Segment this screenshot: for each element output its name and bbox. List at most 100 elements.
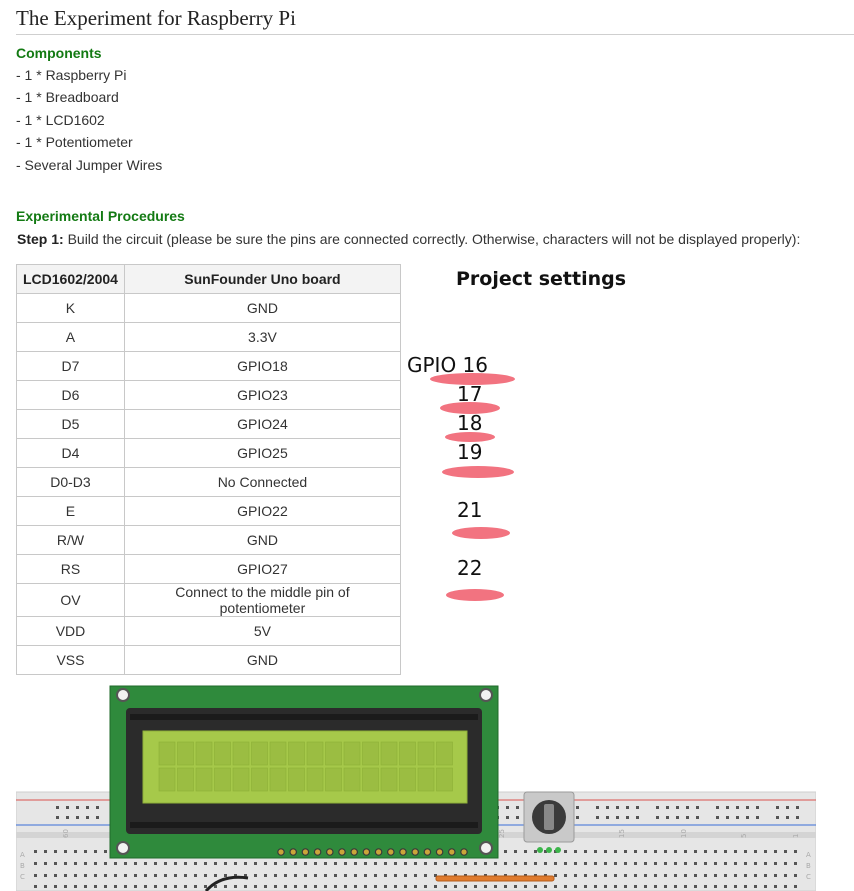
breadboard-hole xyxy=(464,862,467,865)
board-pin-cell: GND xyxy=(123,645,401,675)
lcd-character-cell xyxy=(177,741,194,766)
table-row: D6 GPIO23 xyxy=(16,380,401,410)
breadboard-hole xyxy=(374,874,377,877)
breadboard-hole xyxy=(86,816,89,819)
lcd-character-cell xyxy=(436,767,453,792)
table-row: D7 GPIO18 xyxy=(16,351,401,381)
breadboard-hole xyxy=(504,850,507,853)
breadboard-hole xyxy=(404,862,407,865)
breadboard-hole xyxy=(86,806,89,809)
lcd-pin-cell: D6 xyxy=(16,380,125,410)
breadboard-hole xyxy=(274,885,277,888)
breadboard-hole xyxy=(374,885,377,888)
breadboard-hole xyxy=(656,806,659,809)
lcd-character-cell xyxy=(269,767,287,792)
lcd1602-module xyxy=(109,685,499,859)
lcd-character-cell xyxy=(158,741,176,766)
breadboard-letter: B xyxy=(806,862,811,870)
breadboard-hole xyxy=(424,885,427,888)
lcd-header-pin xyxy=(301,848,310,856)
breadboard-hole xyxy=(364,874,367,877)
breadboard-hole xyxy=(764,850,767,853)
breadboard-hole xyxy=(506,806,509,809)
breadboard-hole xyxy=(576,806,579,809)
breadboard-hole xyxy=(394,885,397,888)
lcd-character-cell xyxy=(325,741,342,766)
breadboard-hole xyxy=(404,874,407,877)
breadboard-hole xyxy=(54,862,57,865)
column-header: LCD1602/2004 xyxy=(16,264,125,294)
lcd-character-cell xyxy=(343,741,361,766)
breadboard-letter: B xyxy=(20,862,25,870)
lcd-header-pin xyxy=(423,848,432,856)
breadboard-hole xyxy=(664,885,667,888)
breadboard-hole xyxy=(314,862,317,865)
breadboard-hole xyxy=(134,874,137,877)
breadboard-hole xyxy=(654,850,657,853)
breadboard-hole xyxy=(714,850,717,853)
breadboard-hole xyxy=(254,874,257,877)
breadboard-hole xyxy=(796,806,799,809)
breadboard-hole xyxy=(756,806,759,809)
breadboard-hole xyxy=(554,862,557,865)
breadboard-hole xyxy=(754,850,757,853)
list-item: - 1 * Breadboard xyxy=(16,89,119,106)
breadboard-hole xyxy=(684,885,687,888)
breadboard-hole xyxy=(204,885,207,888)
breadboard-hole xyxy=(544,862,547,865)
lcd-pin-cell: RS xyxy=(16,554,125,584)
breadboard-hole xyxy=(304,874,307,877)
annotation-note: 22 xyxy=(457,556,483,580)
breadboard-hole xyxy=(394,874,397,877)
breadboard-hole xyxy=(434,885,437,888)
breadboard-hole xyxy=(614,862,617,865)
breadboard-hole xyxy=(184,885,187,888)
breadboard-hole xyxy=(714,862,717,865)
breadboard-hole xyxy=(534,885,537,888)
breadboard-hole xyxy=(634,874,637,877)
lcd-character-cell xyxy=(399,741,416,766)
breadboard-hole xyxy=(614,874,617,877)
breadboard-hole xyxy=(34,874,37,877)
breadboard-hole xyxy=(384,874,387,877)
breadboard-hole xyxy=(506,816,509,819)
breadboard-hole xyxy=(254,862,257,865)
breadboard-hole xyxy=(314,874,317,877)
breadboard-hole xyxy=(334,874,337,877)
breadboard-hole xyxy=(304,862,307,865)
breadboard-hole xyxy=(784,862,787,865)
breadboard-hole xyxy=(794,885,797,888)
project-settings-title: Project settings xyxy=(456,268,627,290)
breadboard-hole xyxy=(76,806,79,809)
breadboard-hole xyxy=(474,862,477,865)
breadboard-hole xyxy=(174,874,177,877)
breadboard-hole xyxy=(504,862,507,865)
breadboard-hole xyxy=(414,874,417,877)
lcd-character-cell xyxy=(417,741,435,766)
breadboard-hole xyxy=(554,874,557,877)
breadboard-hole xyxy=(574,862,577,865)
breadboard-hole xyxy=(514,885,517,888)
breadboard-hole xyxy=(734,862,737,865)
lcd-character-cell xyxy=(362,741,379,766)
lcd-header-pin xyxy=(435,848,444,856)
breadboard-hole xyxy=(274,862,277,865)
board-pin-cell: GPIO18 xyxy=(123,351,401,381)
breadboard-hole xyxy=(644,850,647,853)
step-1-text: Step 1: Build the circuit (please be sur… xyxy=(17,231,800,247)
breadboard-hole xyxy=(626,806,629,809)
lcd-character-cell xyxy=(306,767,324,792)
table-row: E GPIO22 xyxy=(16,496,401,526)
breadboard-hole xyxy=(64,874,67,877)
breadboard-hole xyxy=(716,816,719,819)
lcd-header-pin xyxy=(399,848,407,856)
breadboard-hole xyxy=(414,862,417,865)
breadboard-hole xyxy=(354,885,357,888)
breadboard-hole xyxy=(174,885,177,888)
breadboard-hole xyxy=(164,862,167,865)
breadboard-hole xyxy=(104,874,107,877)
breadboard-hole xyxy=(284,862,287,865)
lcd-character-cell xyxy=(177,767,194,792)
lcd-character-cell xyxy=(195,767,213,792)
table-row: R/W GND xyxy=(16,525,401,555)
